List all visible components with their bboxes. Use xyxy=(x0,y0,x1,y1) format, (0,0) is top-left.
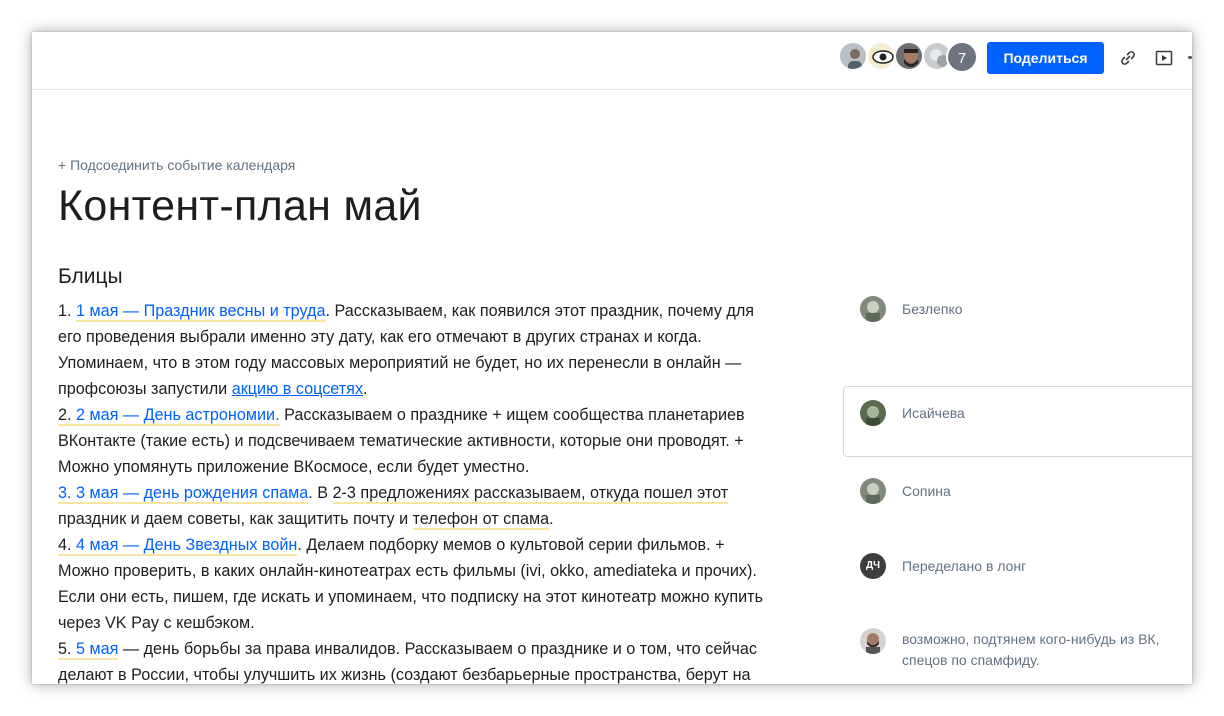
highlighted-text: 2-3 предложениях рассказываем, откуда по… xyxy=(332,484,729,504)
document-window: 7 Поделиться + Подсоединить событие кале… xyxy=(32,32,1192,684)
text-line: его проведения выбрали именно эту дату, … xyxy=(58,328,702,346)
text-line: 3. 3 мая — день рождения спама. В 2-3 пр… xyxy=(58,480,818,506)
text-line: ВКонтакте (такие есть) и подсвечиваем те… xyxy=(58,432,744,450)
text-line: профсоюзы запустили акцию в соцсетях. xyxy=(58,376,818,402)
text-line: делают в России, чтобы улучшить их жизнь… xyxy=(58,666,751,684)
comments-panel: Безлепко Исайчева Сопина ДЧ Переделано в… xyxy=(843,32,1192,684)
comment-author: Сопина xyxy=(902,483,951,499)
connect-calendar-link[interactable]: + Подсоединить событие календаря xyxy=(58,157,295,173)
commenter-avatar xyxy=(860,296,886,322)
text-run: . Делаем подборку мемов о культовой сери… xyxy=(297,536,725,554)
document-body[interactable]: 1. 1 мая — Праздник весны и труда. Расск… xyxy=(58,298,818,684)
list-number: 5. xyxy=(58,640,76,660)
commenter-initials-avatar: ДЧ xyxy=(860,553,886,579)
commenter-avatar xyxy=(860,478,886,504)
comment-text-line: возможно, подтянем кого-нибудь из ВК, xyxy=(902,631,1160,647)
text-run: . В xyxy=(308,484,333,502)
text-run: . xyxy=(363,380,368,398)
comment-text: Переделано в лонг xyxy=(902,558,1027,574)
text-run: . Рассказываем, как появился этот праздн… xyxy=(325,302,755,320)
event-date: 3. 3 мая — день рождения спама xyxy=(58,484,309,504)
event-date: 4 мая — День Звездных войн xyxy=(76,536,298,556)
page-title[interactable]: Контент-план май xyxy=(58,182,422,231)
text-line: Можно проверить, в каких онлайн-кинотеат… xyxy=(58,562,757,580)
text-line: праздник и даем советы, как защитить поч… xyxy=(58,506,818,532)
text-line: 4. 4 мая — День Звездных войн. Делаем по… xyxy=(58,532,818,558)
text-run: . xyxy=(549,510,554,528)
comment-card-active[interactable] xyxy=(843,386,1192,457)
commenter-avatar xyxy=(860,628,886,654)
social-campaign-link[interactable]: акцию в соцсетях xyxy=(232,380,363,398)
text-run: праздник и даем советы, как защитить поч… xyxy=(58,510,413,528)
event-date: 1 мая — Праздник весны и труда xyxy=(76,302,326,322)
commenter-avatar xyxy=(860,400,886,426)
text-line: Упоминаем, что в этом году массовых меро… xyxy=(58,354,742,372)
text-line: 2. 2 мая — День астрономии. Рассказываем… xyxy=(58,402,818,428)
event-date: 2 мая — День астрономии. xyxy=(76,406,280,426)
text-line: Если они есть, пишем, где искать и упоми… xyxy=(58,588,764,606)
text-line: Можно упомянуть приложение ВКосмосе, есл… xyxy=(58,458,530,476)
comment-text-line: спецов по спамфиду. xyxy=(902,652,1040,668)
highlighted-text: телефон от спама xyxy=(412,510,550,530)
text-run: — день борьбы за права инвалидов. Расска… xyxy=(118,640,757,658)
section-heading[interactable]: Блицы xyxy=(58,265,123,289)
list-number: 1. xyxy=(58,302,72,320)
text-line: 1. 1 мая — Праздник весны и труда. Расск… xyxy=(58,298,818,324)
text-run: Рассказываем о празднике + ищем сообщест… xyxy=(279,406,745,424)
text-line: 5. 5 мая — день борьбы за права инвалидо… xyxy=(58,636,818,662)
comment-author: Исайчева xyxy=(902,405,965,421)
list-number: 2. xyxy=(58,406,76,426)
text-line: через VK Pay с кешбэком. xyxy=(58,614,255,632)
text-run: профсоюзы запустили xyxy=(58,380,232,398)
comment-author: Безлепко xyxy=(902,301,963,317)
event-date: 5 мая xyxy=(76,640,119,660)
list-number: 4. xyxy=(58,536,76,556)
comment-text: возможно, подтянем кого-нибудь из ВК, сп… xyxy=(902,629,1159,671)
